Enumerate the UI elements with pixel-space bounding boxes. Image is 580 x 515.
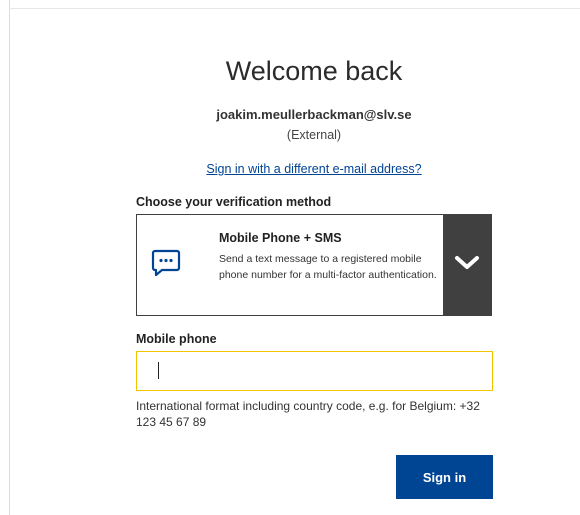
chat-icon — [151, 248, 181, 278]
method-title: Mobile Phone + SMS — [219, 231, 342, 245]
mobile-phone-input[interactable] — [136, 351, 493, 391]
left-divider — [9, 0, 10, 515]
mobile-phone-label: Mobile phone — [136, 332, 217, 346]
method-dropdown-toggle[interactable] — [443, 215, 491, 315]
phone-help-text: International format including country c… — [136, 399, 480, 429]
sign-in-button[interactable]: Sign in — [396, 455, 493, 499]
account-type: (External) — [286, 128, 342, 142]
page-title: Welcome back — [225, 56, 403, 86]
verification-method-label: Choose your verification method — [136, 195, 332, 209]
account-email: joakim.meullerbackman@slv.se — [216, 107, 412, 122]
top-divider — [9, 8, 580, 9]
text-cursor — [158, 362, 159, 379]
different-email-link[interactable]: Sign in with a different e-mail address? — [135, 162, 493, 176]
method-description: Send a text message to a registered mobi… — [219, 253, 437, 281]
verification-method-select[interactable]: Mobile Phone + SMS Send a text message t… — [136, 214, 492, 316]
chevron-down-icon — [454, 254, 480, 277]
